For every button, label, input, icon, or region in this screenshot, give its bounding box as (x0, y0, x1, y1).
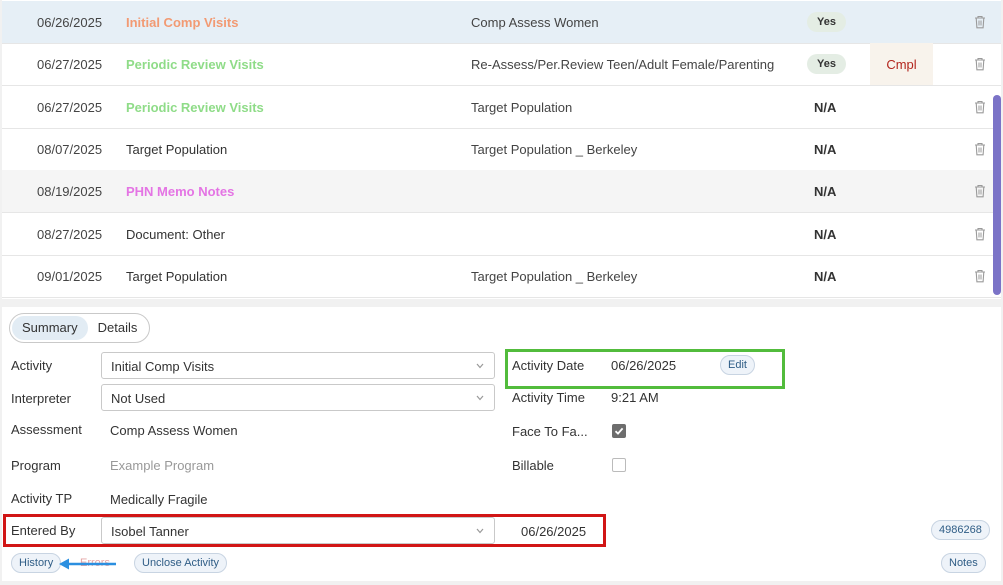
row-activity-name: Periodic Review Visits (126, 57, 264, 73)
interpreter-label: Interpreter (11, 391, 71, 406)
row-assessment: Comp Assess Women (471, 15, 599, 30)
program-label: Program (11, 458, 61, 473)
trash-icon[interactable] (974, 57, 986, 71)
face-to-face-label: Face To Fa... (512, 424, 588, 439)
table-row[interactable]: 06/27/2025 Periodic Review Visits Target P… (2, 86, 1001, 129)
row-activity-name: Periodic Review Visits (126, 99, 264, 115)
billable-label: Billable (512, 458, 554, 473)
row-assessment: Target Population _ Berkeley (471, 268, 638, 284)
activity-time-label: Activity Time (512, 390, 585, 405)
row-date: 09/01/2025 (37, 268, 103, 284)
program-value: Example Program (110, 458, 215, 473)
assessment-label: Assessment (11, 422, 82, 437)
row-date: 06/27/2025 (37, 57, 103, 73)
row-assessment: Target Population _ Berkeley (471, 141, 638, 157)
trash-icon[interactable] (974, 15, 986, 29)
arrow-left-icon (59, 558, 116, 570)
activity-tp-label: Activity TP (11, 491, 73, 506)
trash-icon[interactable] (974, 184, 986, 198)
checkmark-icon (614, 427, 624, 435)
interpreter-select[interactable]: Not Used (101, 384, 495, 411)
table-row[interactable]: 08/19/2025 PHN Memo Notes N/A (2, 170, 1001, 214)
row-date: 08/27/2025 (37, 226, 103, 242)
unclose-activity-button[interactable]: Unclose Activity (134, 553, 228, 573)
chevron-down-icon (476, 395, 484, 401)
row-date: 08/19/2025 (37, 184, 103, 200)
trash-icon[interactable] (974, 142, 986, 156)
record-id-badge: 4986268 (931, 520, 990, 540)
detail-tabs: Summary Details (9, 313, 151, 343)
row-date: 08/07/2025 (37, 141, 103, 157)
entered-by-highlight (3, 514, 606, 547)
chevron-down-icon (476, 363, 484, 369)
row-assessment: Target Population (471, 99, 573, 115)
table-row[interactable]: 08/07/2025 Target Population Target Popula… (2, 128, 1001, 171)
activity-select-value: Initial Comp Visits (111, 359, 215, 374)
tab-summary[interactable]: Summary (12, 316, 88, 340)
activity-tp-value: Medically Fragile (110, 492, 208, 507)
history-button[interactable]: History (11, 553, 62, 573)
row-status: N/A (814, 141, 837, 157)
tab-details[interactable]: Details (88, 316, 148, 340)
activity-select[interactable]: Initial Comp Visits (101, 352, 495, 379)
activity-label: Activity (11, 358, 53, 373)
table-row[interactable]: 09/01/2025 Target Population Target Popula… (2, 255, 1001, 298)
row-status: N/A (814, 268, 837, 284)
row-activity-name: Initial Comp Visits (126, 15, 239, 30)
table-row[interactable]: 06/27/2025 Periodic Review Visits Re-Asses… (2, 43, 1001, 87)
row-status: N/A (814, 226, 837, 242)
row-complete-flag: Cmpl (870, 43, 933, 86)
row-activity-name: Document: Other (126, 226, 225, 242)
row-status-badge: Yes (807, 54, 846, 75)
row-status-badge: Yes (807, 12, 846, 32)
interpreter-select-value: Not Used (111, 391, 166, 406)
trash-icon[interactable] (974, 269, 986, 283)
activity-date-highlight (505, 349, 785, 389)
row-activity-name: Target Population (126, 141, 228, 157)
row-activity-name: PHN Memo Notes (126, 184, 235, 200)
row-status: N/A (814, 99, 837, 115)
billable-checkbox[interactable] (612, 458, 626, 472)
row-status: N/A (814, 184, 837, 200)
activity-list: 06/26/2025 Initial Comp Visits Comp Assess… (2, 0, 1001, 299)
list-scrollbar[interactable] (993, 95, 1001, 295)
row-activity-name: Target Population (126, 268, 228, 284)
notes-button[interactable]: Notes (941, 553, 986, 573)
face-to-face-checkbox[interactable] (612, 424, 626, 438)
table-row[interactable]: 06/26/2025 Initial Comp Visits Comp Assess… (2, 1, 1001, 44)
row-assessment: Re-Assess/Per.Review Teen/Adult Female/P… (471, 57, 775, 73)
trash-icon[interactable] (974, 100, 986, 114)
row-date: 06/27/2025 (37, 99, 103, 115)
row-date: 06/26/2025 (37, 15, 103, 30)
trash-icon[interactable] (974, 227, 986, 241)
assessment-value: Comp Assess Women (110, 423, 238, 438)
activity-time-value: 9:21 AM (611, 390, 659, 405)
table-row[interactable]: 08/27/2025 Document: Other N/A (2, 213, 1001, 256)
